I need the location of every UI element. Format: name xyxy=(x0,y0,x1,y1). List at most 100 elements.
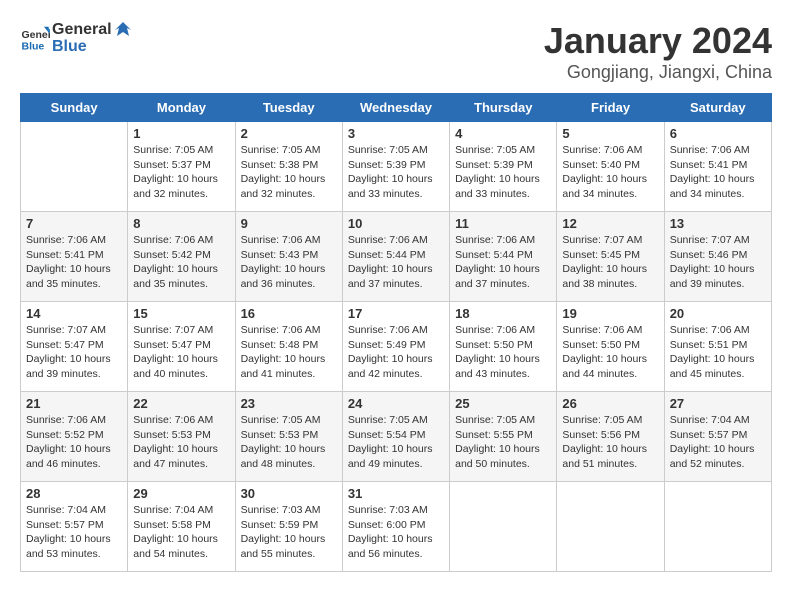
day-info: Sunrise: 7:05 AMSunset: 5:55 PMDaylight:… xyxy=(455,413,551,472)
day-cell: 27 Sunrise: 7:04 AMSunset: 5:57 PMDayligh… xyxy=(664,392,771,482)
day-cell: 22 Sunrise: 7:06 AMSunset: 5:53 PMDayligh… xyxy=(128,392,235,482)
day-info: Sunrise: 7:06 AMSunset: 5:41 PMDaylight:… xyxy=(670,143,766,202)
day-cell: 18 Sunrise: 7:06 AMSunset: 5:50 PMDayligh… xyxy=(450,302,557,392)
day-number: 14 xyxy=(26,306,122,321)
calendar-title: January 2024 xyxy=(544,20,772,62)
day-info: Sunrise: 7:04 AMSunset: 5:57 PMDaylight:… xyxy=(670,413,766,472)
day-cell: 1 Sunrise: 7:05 AMSunset: 5:37 PMDaylight… xyxy=(128,122,235,212)
day-cell: 31Sunrise: 7:03 AMSunset: 6:00 PMDayligh… xyxy=(342,482,449,572)
header-row: Sunday Monday Tuesday Wednesday Thursday… xyxy=(21,94,772,122)
day-number: 9 xyxy=(241,216,337,231)
day-cell: 14 Sunrise: 7:07 AMSunset: 5:47 PMDayligh… xyxy=(21,302,128,392)
day-info: Sunrise: 7:05 AMSunset: 5:39 PMDaylight:… xyxy=(348,143,444,202)
logo-bird-icon xyxy=(113,20,133,40)
day-cell: 6Sunrise: 7:06 AMSunset: 5:41 PMDaylight… xyxy=(664,122,771,212)
day-info: Sunrise: 7:06 AMSunset: 5:41 PMDaylight:… xyxy=(26,233,122,292)
col-friday: Friday xyxy=(557,94,664,122)
day-info: Sunrise: 7:06 AMSunset: 5:52 PMDaylight:… xyxy=(26,413,122,472)
logo: General Blue General Blue xyxy=(20,20,134,56)
day-number: 16 xyxy=(241,306,337,321)
day-number: 18 xyxy=(455,306,551,321)
day-number: 15 xyxy=(133,306,229,321)
logo-general-text: General xyxy=(52,21,112,38)
day-info: Sunrise: 7:07 AMSunset: 5:46 PMDaylight:… xyxy=(670,233,766,292)
calendar-table: Sunday Monday Tuesday Wednesday Thursday… xyxy=(20,93,772,572)
day-cell: 26 Sunrise: 7:05 AMSunset: 5:56 PMDayligh… xyxy=(557,392,664,482)
day-info: Sunrise: 7:06 AMSunset: 5:49 PMDaylight:… xyxy=(348,323,444,382)
day-info: Sunrise: 7:05 AMSunset: 5:37 PMDaylight:… xyxy=(133,143,229,202)
col-thursday: Thursday xyxy=(450,94,557,122)
day-number: 2 xyxy=(241,126,337,141)
day-info: Sunrise: 7:07 AMSunset: 5:45 PMDaylight:… xyxy=(562,233,658,292)
day-cell: 28 Sunrise: 7:04 AMSunset: 5:57 PMDayligh… xyxy=(21,482,128,572)
day-info: Sunrise: 7:07 AMSunset: 5:47 PMDaylight:… xyxy=(26,323,122,382)
day-info: Sunrise: 7:06 AMSunset: 5:50 PMDaylight:… xyxy=(562,323,658,382)
day-number: 26 xyxy=(562,396,658,411)
day-info: Sunrise: 7:04 AMSunset: 5:58 PMDaylight:… xyxy=(133,503,229,562)
page-header: General Blue General Blue January 2024 G… xyxy=(20,20,772,83)
day-info: Sunrise: 7:05 AMSunset: 5:39 PMDaylight:… xyxy=(455,143,551,202)
day-number: 29 xyxy=(133,486,229,501)
day-number: 12 xyxy=(562,216,658,231)
day-cell: 9 Sunrise: 7:06 AMSunset: 5:43 PMDaylight… xyxy=(235,212,342,302)
day-cell: 19 Sunrise: 7:06 AMSunset: 5:50 PMDayligh… xyxy=(557,302,664,392)
day-number: 30 xyxy=(241,486,337,501)
day-cell: 30 Sunrise: 7:03 AMSunset: 5:59 PMDayligh… xyxy=(235,482,342,572)
day-info: Sunrise: 7:04 AMSunset: 5:57 PMDaylight:… xyxy=(26,503,122,562)
day-info: Sunrise: 7:06 AMSunset: 5:42 PMDaylight:… xyxy=(133,233,229,292)
day-info: Sunrise: 7:06 AMSunset: 5:50 PMDaylight:… xyxy=(455,323,551,382)
day-cell: 5Sunrise: 7:06 AMSunset: 5:40 PMDaylight… xyxy=(557,122,664,212)
col-saturday: Saturday xyxy=(664,94,771,122)
col-wednesday: Wednesday xyxy=(342,94,449,122)
day-cell: 13 Sunrise: 7:07 AMSunset: 5:46 PMDayligh… xyxy=(664,212,771,302)
day-info: Sunrise: 7:07 AMSunset: 5:47 PMDaylight:… xyxy=(133,323,229,382)
day-cell: 7 Sunrise: 7:06 AMSunset: 5:41 PMDaylight… xyxy=(21,212,128,302)
day-number: 4 xyxy=(455,126,551,141)
day-number: 22 xyxy=(133,396,229,411)
title-section: January 2024 Gongjiang, Jiangxi, China xyxy=(544,20,772,83)
logo-blue-text: Blue xyxy=(52,38,134,56)
logo-icon: General Blue xyxy=(20,23,50,53)
day-number: 17 xyxy=(348,306,444,321)
day-cell xyxy=(557,482,664,572)
day-cell: 21 Sunrise: 7:06 AMSunset: 5:52 PMDayligh… xyxy=(21,392,128,482)
col-monday: Monday xyxy=(128,94,235,122)
day-info: Sunrise: 7:06 AMSunset: 5:44 PMDaylight:… xyxy=(455,233,551,292)
day-info: Sunrise: 7:03 AMSunset: 6:00 PMDaylight:… xyxy=(348,503,444,562)
day-cell: 12 Sunrise: 7:07 AMSunset: 5:45 PMDayligh… xyxy=(557,212,664,302)
day-cell: 29 Sunrise: 7:04 AMSunset: 5:58 PMDayligh… xyxy=(128,482,235,572)
day-number: 21 xyxy=(26,396,122,411)
day-number: 8 xyxy=(133,216,229,231)
day-info: Sunrise: 7:05 AMSunset: 5:54 PMDaylight:… xyxy=(348,413,444,472)
day-info: Sunrise: 7:05 AMSunset: 5:56 PMDaylight:… xyxy=(562,413,658,472)
day-number: 19 xyxy=(562,306,658,321)
day-number: 27 xyxy=(670,396,766,411)
day-number: 3 xyxy=(348,126,444,141)
week-row-2: 14 Sunrise: 7:07 AMSunset: 5:47 PMDayligh… xyxy=(21,302,772,392)
day-cell xyxy=(450,482,557,572)
day-info: Sunrise: 7:06 AMSunset: 5:43 PMDaylight:… xyxy=(241,233,337,292)
day-number: 1 xyxy=(133,126,229,141)
day-cell: 8 Sunrise: 7:06 AMSunset: 5:42 PMDaylight… xyxy=(128,212,235,302)
day-number: 7 xyxy=(26,216,122,231)
day-cell: 2Sunrise: 7:05 AMSunset: 5:38 PMDaylight… xyxy=(235,122,342,212)
day-number: 28 xyxy=(26,486,122,501)
col-tuesday: Tuesday xyxy=(235,94,342,122)
week-row-4: 28 Sunrise: 7:04 AMSunset: 5:57 PMDayligh… xyxy=(21,482,772,572)
day-cell: 23Sunrise: 7:05 AMSunset: 5:53 PMDayligh… xyxy=(235,392,342,482)
day-cell: 17 Sunrise: 7:06 AMSunset: 5:49 PMDayligh… xyxy=(342,302,449,392)
day-number: 25 xyxy=(455,396,551,411)
day-number: 20 xyxy=(670,306,766,321)
day-cell: 16Sunrise: 7:06 AMSunset: 5:48 PMDayligh… xyxy=(235,302,342,392)
day-info: Sunrise: 7:06 AMSunset: 5:51 PMDaylight:… xyxy=(670,323,766,382)
week-row-3: 21 Sunrise: 7:06 AMSunset: 5:52 PMDayligh… xyxy=(21,392,772,482)
day-number: 13 xyxy=(670,216,766,231)
day-info: Sunrise: 7:03 AMSunset: 5:59 PMDaylight:… xyxy=(241,503,337,562)
day-cell: 10Sunrise: 7:06 AMSunset: 5:44 PMDayligh… xyxy=(342,212,449,302)
day-info: Sunrise: 7:06 AMSunset: 5:40 PMDaylight:… xyxy=(562,143,658,202)
day-info: Sunrise: 7:06 AMSunset: 5:53 PMDaylight:… xyxy=(133,413,229,472)
day-cell: 24Sunrise: 7:05 AMSunset: 5:54 PMDayligh… xyxy=(342,392,449,482)
svg-text:General: General xyxy=(22,29,51,41)
day-cell: 4 Sunrise: 7:05 AMSunset: 5:39 PMDaylight… xyxy=(450,122,557,212)
day-number: 23 xyxy=(241,396,337,411)
